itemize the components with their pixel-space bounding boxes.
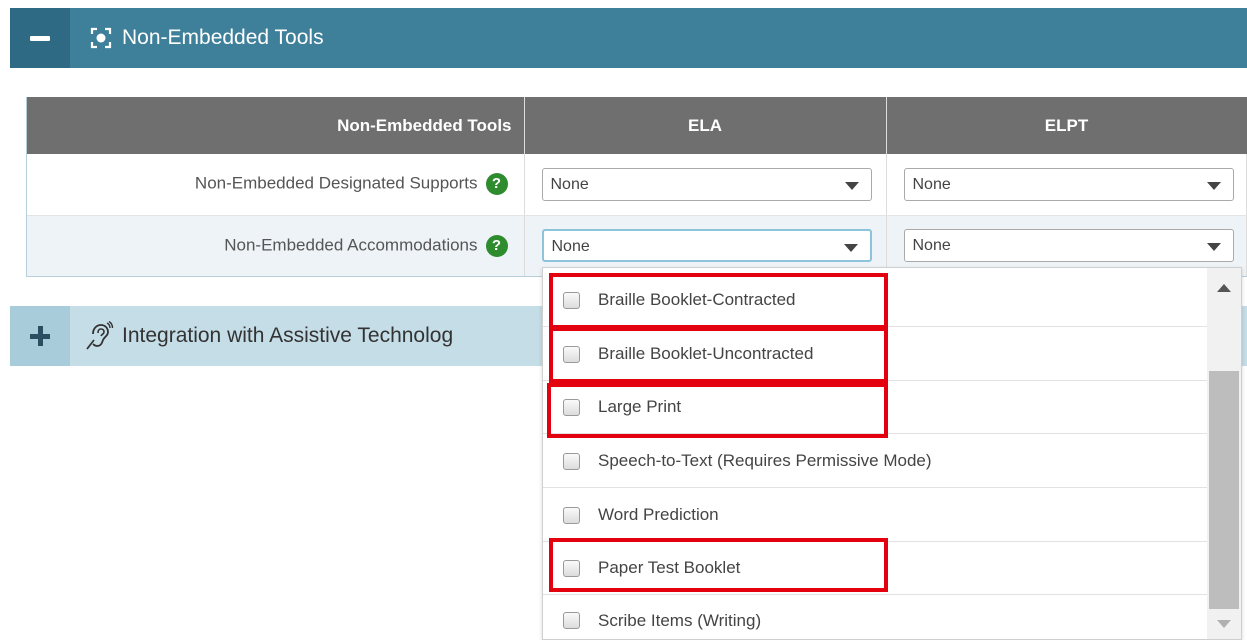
focus-target-icon <box>90 27 112 49</box>
ela-accommodations-select[interactable]: None <box>541 229 872 263</box>
scrollbar[interactable] <box>1207 268 1241 639</box>
accommodations-dropdown[interactable]: Braille Booklet-Contracted Braille Bookl… <box>542 267 1242 640</box>
ela-designated-supports-select[interactable]: None <box>541 167 872 201</box>
elpt-designated-supports-select[interactable]: None <box>903 167 1234 201</box>
list-item[interactable]: Word Prediction <box>543 489 1208 542</box>
chevron-down-icon <box>1206 181 1221 190</box>
checkbox[interactable] <box>563 291 580 309</box>
select-value: None <box>912 175 951 193</box>
section-title: Non-Embedded Tools <box>122 26 324 49</box>
option-label: Paper Test Booklet <box>598 558 741 577</box>
ela-cell: None <box>524 154 887 216</box>
collapse-button[interactable] <box>10 8 70 68</box>
select-value: None <box>550 175 589 193</box>
chevron-down-icon <box>843 244 858 253</box>
help-icon[interactable]: ? <box>485 234 508 257</box>
help-icon[interactable]: ? <box>485 173 508 196</box>
chevron-down-icon <box>844 181 859 190</box>
list-item[interactable]: Braille Booklet-Uncontracted <box>543 328 1208 381</box>
column-header-ela: ELA <box>524 97 887 154</box>
option-label: Speech-to-Text (Requires Permissive Mode… <box>598 451 932 470</box>
option-label: Word Prediction <box>598 505 719 524</box>
table-row: Non-Embedded Designated Supports? None N… <box>26 154 1247 216</box>
row-label-cell: Non-Embedded Designated Supports? <box>26 154 525 216</box>
option-label: Braille Booklet-Uncontracted <box>598 344 814 363</box>
scrollbar-thumb[interactable] <box>1209 371 1239 609</box>
option-label: Braille Booklet-Contracted <box>598 290 796 309</box>
column-header-elpt: ELPT <box>886 97 1247 154</box>
non-embedded-tools-section-header: Non-Embedded Tools <box>10 8 1247 68</box>
scroll-down-arrow-icon[interactable] <box>1217 620 1231 628</box>
section-title: Integration with Assistive Technolog <box>122 324 454 347</box>
option-label: Scribe Items (Writing) <box>598 610 762 630</box>
row-label-cell: Non-Embedded Accommodations? <box>26 215 525 276</box>
select-value: None <box>551 238 590 256</box>
list-item[interactable]: Speech-to-Text (Requires Permissive Mode… <box>543 435 1208 488</box>
elpt-cell: None <box>886 154 1247 216</box>
checkbox[interactable] <box>563 345 580 363</box>
list-item[interactable]: Paper Test Booklet <box>543 542 1208 595</box>
plus-icon-vertical <box>37 326 43 346</box>
expand-button[interactable] <box>10 306 70 366</box>
checkbox[interactable] <box>563 452 580 470</box>
minus-icon <box>30 35 50 41</box>
hearing-assist-icon <box>84 320 114 351</box>
row-label: Non-Embedded Accommodations <box>224 235 478 255</box>
checkbox[interactable] <box>563 506 580 524</box>
select-value: None <box>912 237 951 255</box>
scroll-up-arrow-icon[interactable] <box>1217 284 1231 292</box>
checkbox[interactable] <box>563 612 580 629</box>
checkbox[interactable] <box>563 398 580 416</box>
list-item[interactable]: Large Print <box>543 381 1208 434</box>
column-header-tools: Non-Embedded Tools <box>26 97 525 154</box>
elpt-accommodations-select[interactable]: None <box>903 229 1234 263</box>
option-label: Large Print <box>598 397 682 416</box>
list-item[interactable]: Scribe Items (Writing) <box>543 594 1208 639</box>
checkbox[interactable] <box>563 559 580 577</box>
non-embedded-tools-table: Non-Embedded Tools ELA ELPT Non-Embedded… <box>26 97 1247 276</box>
row-label: Non-Embedded Designated Supports <box>194 173 478 193</box>
chevron-down-icon <box>1206 243 1221 252</box>
list-item[interactable]: Braille Booklet-Contracted <box>543 274 1208 327</box>
